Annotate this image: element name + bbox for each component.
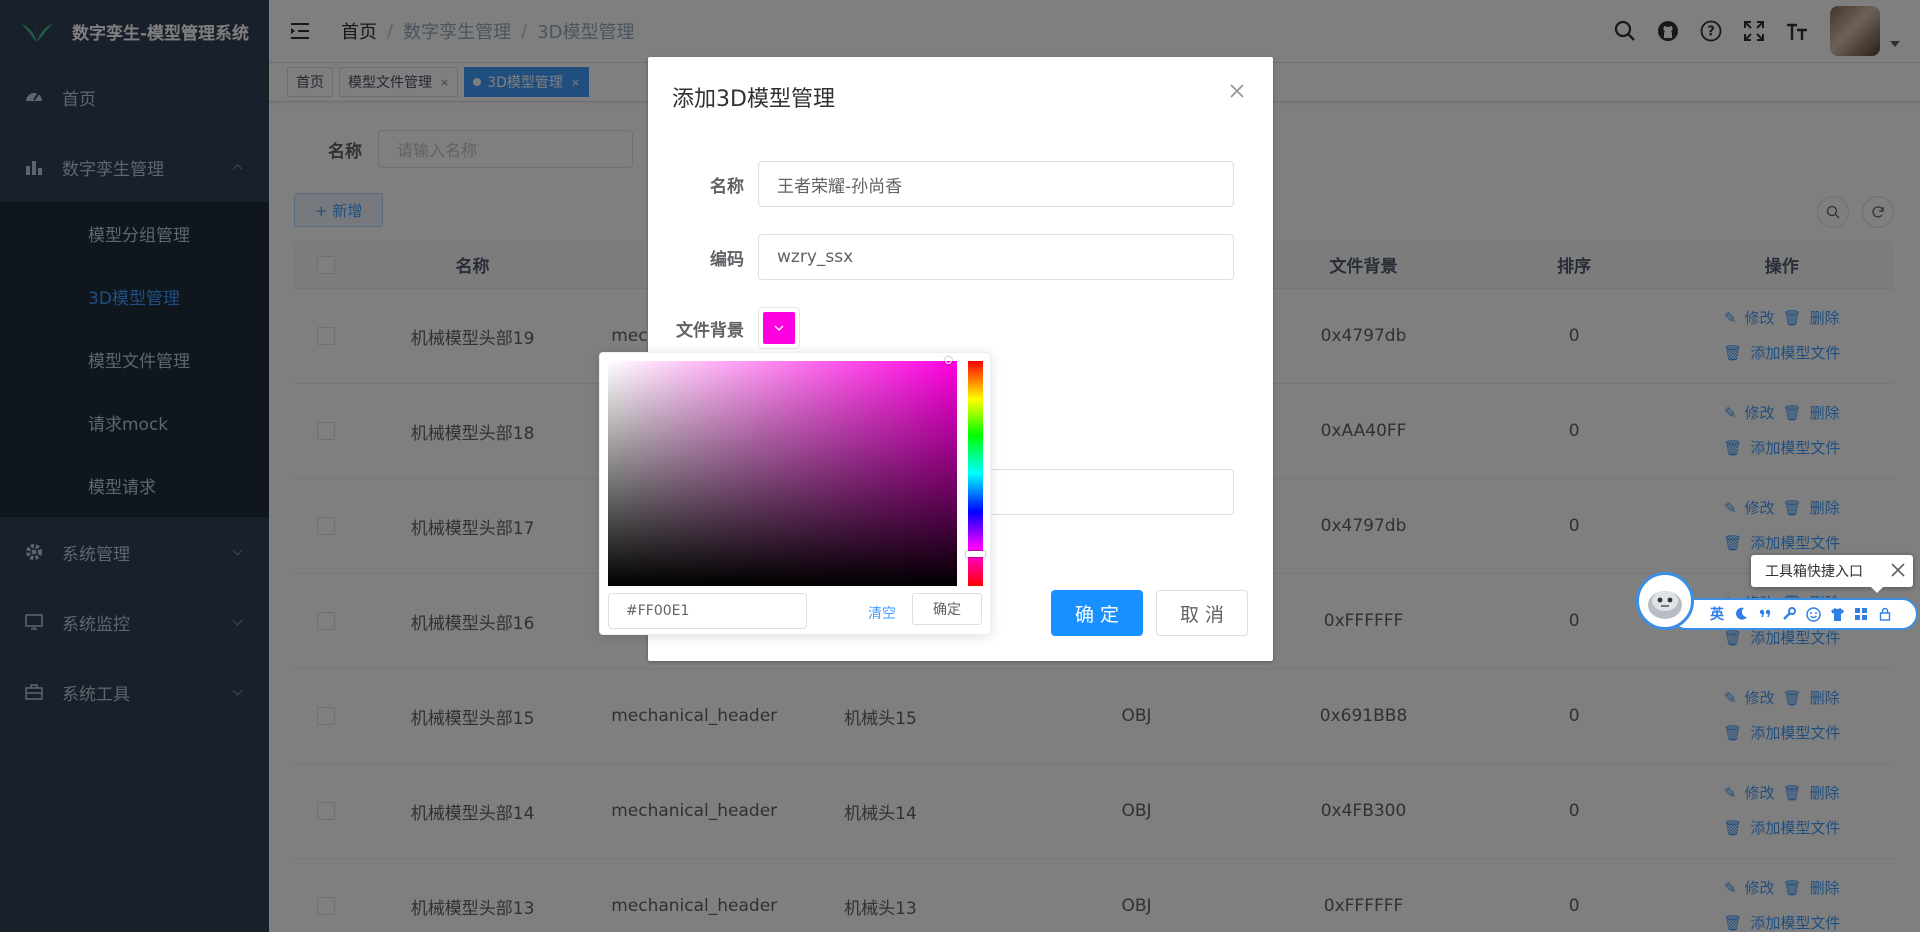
bg-label: 文件背景 bbox=[676, 320, 744, 341]
hue-thumb[interactable] bbox=[966, 551, 985, 557]
clear-button[interactable]: 清空 bbox=[868, 603, 896, 623]
close-icon[interactable] bbox=[1889, 561, 1907, 579]
color-picker-trigger[interactable] bbox=[758, 307, 800, 349]
close-icon[interactable] bbox=[1229, 83, 1245, 99]
name-label: 名称 bbox=[710, 176, 744, 197]
shirt-icon[interactable] bbox=[1828, 605, 1846, 623]
moon-icon[interactable] bbox=[1732, 605, 1750, 623]
saturation-value-panel[interactable] bbox=[608, 361, 957, 586]
smile-icon[interactable] bbox=[1804, 605, 1822, 623]
dialog-title: 添加3D模型管理 bbox=[672, 87, 835, 112]
lock-icon[interactable] bbox=[1876, 605, 1894, 623]
quote-icon[interactable] bbox=[1756, 605, 1774, 623]
color-picker-dropdown: #FF00E1 清空 确定 bbox=[599, 352, 991, 635]
lang-toggle[interactable]: 英 bbox=[1708, 605, 1726, 623]
chevron-down-icon bbox=[774, 325, 784, 331]
sv-cursor[interactable] bbox=[945, 357, 952, 364]
mascot-icon bbox=[1648, 591, 1682, 619]
toolbox-bar: 英 bbox=[1670, 598, 1918, 630]
grid-icon[interactable] bbox=[1852, 605, 1870, 623]
form-row-name: 名称 王者荣耀-孙尚香 bbox=[648, 161, 1234, 207]
wrench-icon[interactable] bbox=[1780, 605, 1798, 623]
code-field[interactable]: wzry_ssx bbox=[758, 234, 1234, 280]
name-field[interactable]: 王者荣耀-孙尚香 bbox=[758, 161, 1234, 207]
toolbox-mascot[interactable] bbox=[1636, 572, 1694, 630]
tooltip-arrow bbox=[1871, 587, 1883, 593]
form-row-code: 编码 wzry_ssx bbox=[648, 234, 1234, 280]
hex-input[interactable]: #FF00E1 bbox=[608, 593, 807, 629]
color-swatch bbox=[763, 312, 795, 344]
cancel-button[interactable]: 取 消 bbox=[1156, 590, 1248, 636]
toolbox-tooltip: 工具箱快捷入口 bbox=[1751, 555, 1913, 593]
code-label: 编码 bbox=[710, 249, 744, 270]
form-row-bg: 文件背景 bbox=[648, 307, 800, 349]
picker-ok-button[interactable]: 确定 bbox=[912, 593, 982, 625]
confirm-button[interactable]: 确 定 bbox=[1051, 590, 1143, 636]
toolbox-tip-text: 工具箱快捷入口 bbox=[1765, 564, 1863, 580]
